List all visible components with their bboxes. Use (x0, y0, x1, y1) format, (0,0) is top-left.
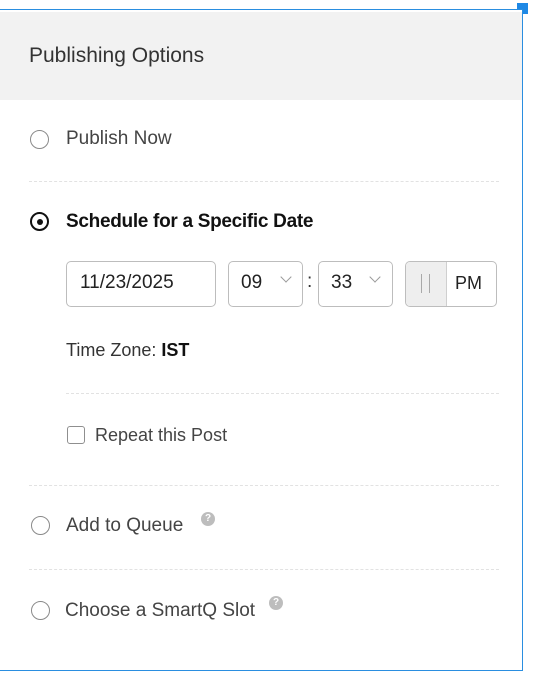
repeat-checkbox[interactable] (67, 426, 85, 444)
add-to-queue-label[interactable]: Add to Queue (66, 515, 183, 537)
schedule-label[interactable]: Schedule for a Specific Date (66, 211, 313, 233)
minute-select[interactable]: 33 (318, 261, 393, 307)
date-value: 11/23/2025 (80, 272, 174, 293)
divider (29, 569, 499, 570)
minute-value: 33 (331, 272, 353, 293)
toggle-handle[interactable] (406, 262, 447, 306)
divider (29, 485, 499, 486)
date-input[interactable]: 11/23/2025 (66, 261, 216, 307)
divider (29, 181, 499, 182)
time-separator: : (307, 271, 313, 292)
double-bar-icon (421, 274, 430, 293)
smartq-label[interactable]: Choose a SmartQ Slot (65, 600, 255, 622)
divider (66, 393, 499, 394)
publish-now-label[interactable]: Publish Now (66, 128, 172, 150)
add-to-queue-radio[interactable] (31, 516, 50, 535)
hour-select[interactable]: 09 (228, 261, 303, 307)
chevron-down-icon (369, 271, 381, 283)
hour-value: 09 (241, 272, 263, 293)
chevron-down-icon (280, 271, 292, 283)
schedule-radio[interactable] (30, 212, 49, 231)
repeat-label[interactable]: Repeat this Post (95, 425, 227, 446)
meridiem-value: PM (455, 273, 482, 293)
timezone-label: Time Zone: (66, 340, 162, 360)
timezone-text: Time Zone: IST (66, 340, 189, 361)
page-title: Publishing Options (29, 44, 205, 67)
timezone-value: IST (161, 340, 190, 360)
am-pm-toggle[interactable]: PM (405, 261, 497, 307)
help-icon[interactable]: ? (201, 512, 215, 526)
panel-header: Publishing Options (0, 12, 522, 100)
publish-now-radio[interactable] (30, 130, 49, 149)
smartq-radio[interactable] (31, 601, 50, 620)
help-icon[interactable]: ? (269, 596, 283, 610)
